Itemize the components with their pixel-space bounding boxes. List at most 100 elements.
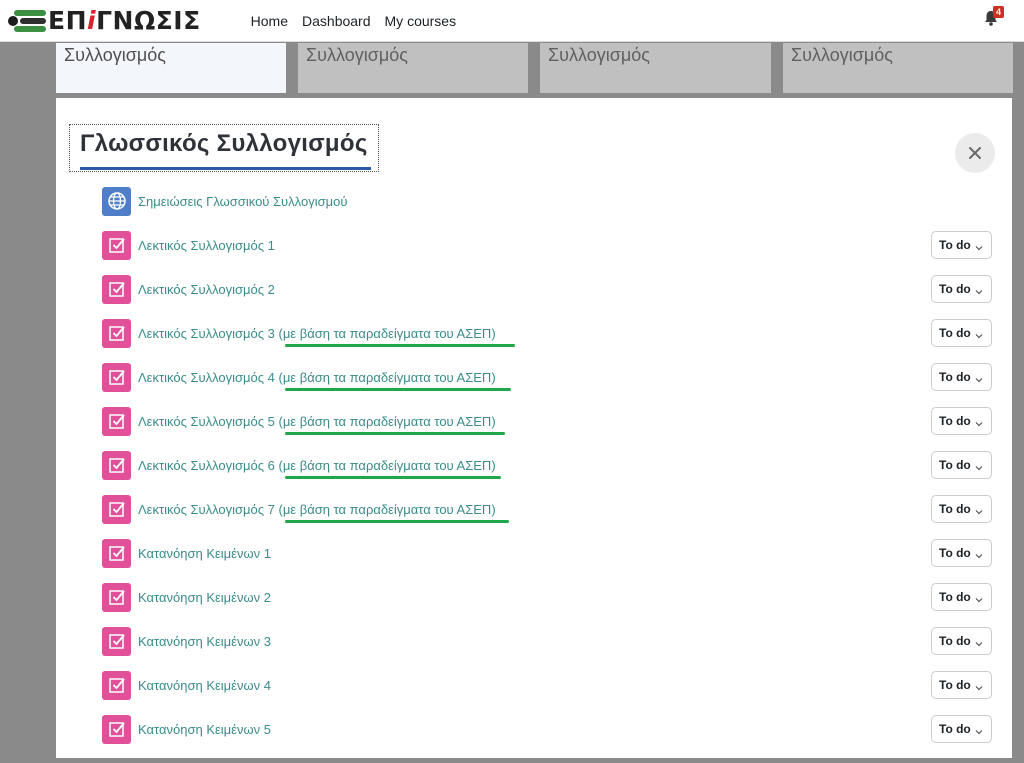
- completion-status-dropdown[interactable]: To do: [931, 583, 992, 611]
- activity-link[interactable]: Λεκτικός Συλλογισμός 6 (με βάση τα παραδ…: [138, 458, 496, 473]
- activity-link[interactable]: Κατανόηση Κειμένων 5: [138, 722, 271, 737]
- completion-status-label: To do: [939, 634, 971, 648]
- completion-status-dropdown[interactable]: To do: [931, 627, 992, 655]
- completion-status-label: To do: [939, 546, 971, 560]
- quiz-activity-icon[interactable]: [102, 582, 131, 612]
- activity-row: Λεκτικός Συλλογισμός 1 To do: [102, 230, 992, 260]
- quiz-activity-icon[interactable]: [102, 318, 131, 348]
- activity-name: Κατανόηση Κειμένων 1: [138, 545, 271, 561]
- nav-home-link[interactable]: Home: [251, 13, 288, 29]
- chevron-down-icon: [975, 461, 983, 475]
- chevron-down-icon: [975, 725, 983, 739]
- section-modal: Γλωσσικός Συλλογισμός Σημειώσεις Γλωσσικ…: [56, 98, 1012, 758]
- activity-row: Λεκτικός Συλλογισμός 3 (με βάση τα παραδ…: [102, 318, 992, 348]
- completion-status-label: To do: [939, 590, 971, 604]
- checkbox-edit-icon: [108, 546, 125, 561]
- completion-status-dropdown[interactable]: To do: [931, 715, 992, 743]
- activity-name: Λεκτικός Συλλογισμός 5: [138, 413, 275, 429]
- activity-link[interactable]: Λεκτικός Συλλογισμός 5 (με βάση τα παραδ…: [138, 414, 496, 429]
- modal-title-container: Γλωσσικός Συλλογισμός: [69, 124, 379, 172]
- quiz-activity-icon[interactable]: [102, 626, 131, 656]
- activity-row: Κατανόηση Κειμένων 4 To do: [102, 670, 992, 700]
- completion-status-dropdown[interactable]: To do: [931, 363, 992, 391]
- notification-count-badge: 4: [993, 6, 1005, 18]
- activity-name: Κατανόηση Κειμένων 3: [138, 633, 271, 649]
- chevron-down-icon: [975, 593, 983, 607]
- activity-link[interactable]: Λεκτικός Συλλογισμός 1: [138, 238, 275, 253]
- activity-link[interactable]: Σημειώσεις Γλωσσικού Συλλογισμού: [138, 194, 347, 209]
- activity-name: Λεκτικός Συλλογισμός 3: [138, 325, 275, 341]
- activity-link[interactable]: Λεκτικός Συλλογισμός 2: [138, 282, 275, 297]
- activity-link[interactable]: Κατανόηση Κειμένων 4: [138, 678, 271, 693]
- completion-status-label: To do: [939, 678, 971, 692]
- globe-icon: [107, 192, 126, 210]
- course-section-tile[interactable]: Συλλογισμός: [540, 43, 771, 93]
- quiz-activity-icon[interactable]: [102, 230, 131, 260]
- activity-link[interactable]: Λεκτικός Συλλογισμός 3 (με βάση τα παραδ…: [138, 326, 496, 341]
- quiz-activity-icon[interactable]: [102, 450, 131, 480]
- chevron-down-icon: [975, 373, 983, 387]
- highlight-underline: [285, 432, 505, 435]
- quiz-activity-icon[interactable]: [102, 274, 131, 304]
- chevron-down-icon: [975, 637, 983, 651]
- activity-row: Κατανόηση Κειμένων 1 To do: [102, 538, 992, 568]
- quiz-activity-icon[interactable]: [102, 714, 131, 744]
- activity-row: Λεκτικός Συλλογισμός 5 (με βάση τα παραδ…: [102, 406, 992, 436]
- activity-row: Κατανόηση Κειμένων 2 To do: [102, 582, 992, 612]
- activity-link[interactable]: Λεκτικός Συλλογισμός 4 (με βάση τα παραδ…: [138, 370, 496, 385]
- activity-row: Κατανόηση Κειμένων 3 To do: [102, 626, 992, 656]
- completion-status-label: To do: [939, 326, 971, 340]
- course-section-tile[interactable]: Συλλογισμός: [56, 43, 286, 93]
- activity-link[interactable]: Κατανόηση Κειμένων 2: [138, 590, 271, 605]
- chevron-down-icon: [975, 417, 983, 431]
- completion-status-label: To do: [939, 458, 971, 472]
- checkbox-edit-icon: [108, 370, 125, 385]
- nav-my-courses-link[interactable]: My courses: [385, 13, 457, 29]
- modal-close-button[interactable]: [955, 133, 995, 173]
- checkbox-edit-icon: [108, 722, 125, 737]
- checkbox-edit-icon: [108, 238, 125, 253]
- chevron-down-icon: [975, 505, 983, 519]
- activity-name: Κατανόηση Κειμένων 5: [138, 721, 271, 737]
- highlight-underline: [285, 476, 501, 479]
- activity-name: Κατανόηση Κειμένων 2: [138, 589, 271, 605]
- site-logo[interactable]: ΕΠiΓΝΩΣΙΣ: [6, 3, 201, 39]
- activity-link[interactable]: Λεκτικός Συλλογισμός 7 (με βάση τα παραδ…: [138, 502, 496, 517]
- activity-name: Λεκτικός Συλλογισμός 4: [138, 369, 275, 385]
- completion-status-dropdown[interactable]: To do: [931, 319, 992, 347]
- completion-status-dropdown[interactable]: To do: [931, 671, 992, 699]
- primary-navigation: Home Dashboard My courses: [251, 13, 456, 29]
- course-section-tile[interactable]: Συλλογισμός: [783, 43, 1013, 93]
- activity-row: Σημειώσεις Γλωσσικού Συλλογισμού: [102, 186, 992, 216]
- activity-row: Λεκτικός Συλλογισμός 4 (με βάση τα παραδ…: [102, 362, 992, 392]
- logo-text: ΕΠiΓΝΩΣΙΣ: [48, 6, 201, 35]
- completion-status-dropdown[interactable]: To do: [931, 495, 992, 523]
- quiz-activity-icon[interactable]: [102, 538, 131, 568]
- nav-dashboard-link[interactable]: Dashboard: [302, 13, 371, 29]
- chevron-down-icon: [975, 329, 983, 343]
- completion-status-label: To do: [939, 282, 971, 296]
- checkbox-edit-icon: [108, 458, 125, 473]
- completion-status-label: To do: [939, 722, 971, 736]
- completion-status-dropdown[interactable]: To do: [931, 451, 992, 479]
- title-underline: [80, 167, 371, 170]
- quiz-activity-icon[interactable]: [102, 494, 131, 524]
- activity-name-suffix: (με βάση τα παραδείγματα του ΑΣΕΠ): [274, 413, 496, 429]
- page-resource-icon[interactable]: [102, 186, 131, 216]
- quiz-activity-icon[interactable]: [102, 362, 131, 392]
- completion-status-dropdown[interactable]: To do: [931, 231, 992, 259]
- completion-status-dropdown[interactable]: To do: [931, 275, 992, 303]
- quiz-activity-icon[interactable]: [102, 406, 131, 436]
- logo-mark-icon: [6, 6, 48, 36]
- completion-status-label: To do: [939, 414, 971, 428]
- checkbox-edit-icon: [108, 678, 125, 693]
- course-section-tile[interactable]: Συλλογισμός: [298, 43, 528, 93]
- notifications-button[interactable]: 4: [984, 6, 1006, 30]
- activity-name-suffix: (με βάση τα παραδείγματα του ΑΣΕΠ): [274, 325, 496, 341]
- activity-row: Λεκτικός Συλλογισμός 2 To do: [102, 274, 992, 304]
- activity-link[interactable]: Κατανόηση Κειμένων 3: [138, 634, 271, 649]
- completion-status-dropdown[interactable]: To do: [931, 539, 992, 567]
- quiz-activity-icon[interactable]: [102, 670, 131, 700]
- completion-status-dropdown[interactable]: To do: [931, 407, 992, 435]
- activity-link[interactable]: Κατανόηση Κειμένων 1: [138, 546, 271, 561]
